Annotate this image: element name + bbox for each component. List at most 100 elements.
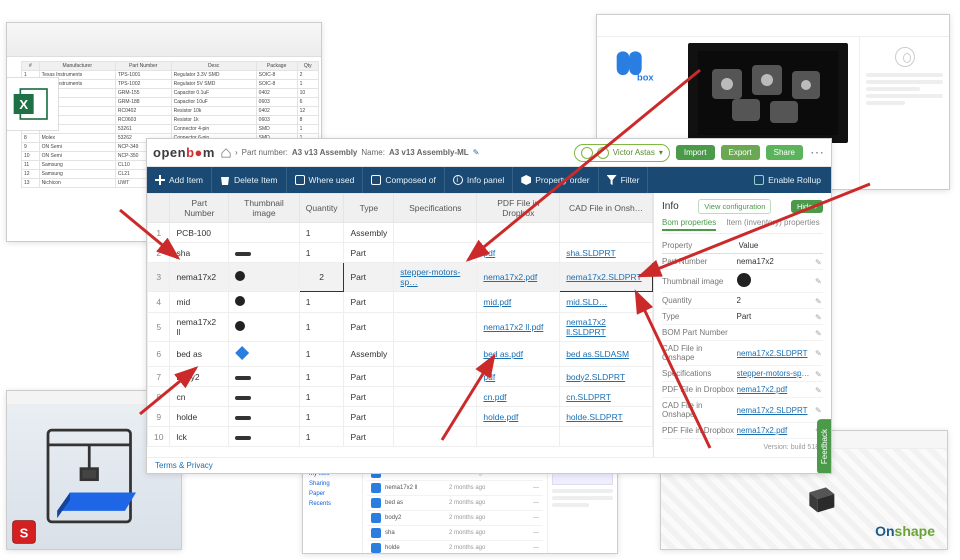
info-property-row: CAD File in Onshapenema17x2.SLDPRT bbox=[662, 341, 823, 366]
grid-link[interactable]: body2.SLDPRT bbox=[566, 372, 625, 382]
tab-inventory-properties[interactable]: Item (inventory) properties bbox=[726, 218, 819, 231]
file-icon bbox=[371, 543, 381, 553]
edit-icon[interactable] bbox=[815, 386, 823, 394]
edit-icon[interactable] bbox=[815, 297, 823, 305]
view-configuration-button[interactable]: View configuration bbox=[698, 199, 771, 214]
terms-privacy-link[interactable]: Terms & Privacy bbox=[155, 461, 213, 470]
info-property-link[interactable]: stepper-motors-specs bbox=[737, 369, 812, 378]
grid-row[interactable]: 2sha1Partpdfsha.SLDPRT bbox=[148, 243, 653, 263]
grid-link[interactable]: mid.SLD… bbox=[566, 297, 607, 307]
filter-button[interactable]: Filter bbox=[599, 167, 649, 193]
grid-link[interactable]: sha.SLDPRT bbox=[566, 248, 615, 258]
info-icon[interactable] bbox=[597, 147, 609, 159]
info-property-link[interactable]: nema17x2.pdf bbox=[737, 426, 812, 435]
checkbox-icon[interactable] bbox=[754, 175, 764, 185]
info-property-link[interactable]: nema17x2.SLDPRT bbox=[737, 349, 812, 358]
grid-column-header[interactable] bbox=[148, 194, 170, 223]
dropbox-nav-item[interactable]: Paper bbox=[307, 489, 358, 499]
delete-item-button[interactable]: Delete Item bbox=[212, 167, 286, 193]
file-icon bbox=[371, 513, 381, 523]
grid-link[interactable]: nema17x2 ll.SLDPRT bbox=[566, 317, 606, 337]
help-icon[interactable] bbox=[581, 147, 593, 159]
info-property-link[interactable]: nema17x2.SLDPRT bbox=[737, 406, 812, 415]
enable-rollup-toggle[interactable]: Enable Rollup bbox=[744, 175, 831, 185]
edit-icon[interactable] bbox=[815, 277, 823, 285]
edit-icon[interactable] bbox=[815, 313, 823, 321]
edit-icon[interactable] bbox=[815, 258, 823, 266]
crumb-arrow-icon: › bbox=[235, 148, 238, 157]
grid-row[interactable]: 8cn1Partcn.pdfcn.SLDPRT bbox=[148, 387, 653, 407]
grid-column-header[interactable]: CAD File in Onsh… bbox=[560, 194, 653, 223]
dropbox-nav-item[interactable]: Sharing bbox=[307, 479, 358, 489]
info-property-row: PDF File in Dropboxnema17x2.pdf bbox=[662, 382, 823, 398]
edit-icon[interactable] bbox=[815, 349, 823, 357]
tab-bom-properties[interactable]: Bom properties bbox=[662, 218, 716, 231]
grid-link[interactable]: pdf bbox=[483, 372, 495, 382]
file-icon bbox=[371, 483, 381, 493]
box-sidebar bbox=[859, 37, 949, 189]
thumbnail-icon bbox=[235, 271, 245, 281]
property-order-button[interactable]: Property order bbox=[513, 167, 598, 193]
export-button[interactable]: Export bbox=[721, 145, 760, 160]
edit-icon[interactable] bbox=[815, 329, 823, 337]
bom-grid[interactable]: Part NumberThumbnail imageQuantityTypeSp… bbox=[147, 193, 653, 457]
grid-link[interactable]: cn.SLDPRT bbox=[566, 392, 611, 402]
grid-row[interactable]: 1PCB-1001Assembly bbox=[148, 223, 653, 243]
solidworks-icon: S bbox=[11, 519, 37, 545]
dropbox-file-row[interactable]: bed as2 months ago— bbox=[367, 495, 543, 510]
chevron-down-icon: ▾ bbox=[659, 148, 663, 157]
composed-of-button[interactable]: Composed of bbox=[363, 167, 445, 193]
import-button[interactable]: Import bbox=[676, 145, 715, 160]
dropbox-file-row[interactable]: body22 months ago— bbox=[367, 510, 543, 525]
grid-column-header[interactable]: PDF File in Dropbox bbox=[477, 194, 560, 223]
more-icon[interactable]: ⋯ bbox=[809, 145, 825, 161]
grid-column-header[interactable]: Part Number bbox=[170, 194, 229, 223]
grid-row[interactable]: 7body21Partpdfbody2.SLDPRT bbox=[148, 367, 653, 387]
grid-row[interactable]: 9holde1Partholde.pdfholde.SLDPRT bbox=[148, 407, 653, 427]
excel-icon: X bbox=[6, 77, 59, 131]
box-titlebar bbox=[597, 15, 949, 37]
dropbox-file-row[interactable]: nema17x2 ll2 months ago— bbox=[367, 480, 543, 495]
grid-link[interactable]: bed as.pdf bbox=[483, 349, 523, 359]
info-property-row: Part Numbernema17x2 bbox=[662, 254, 823, 270]
thumbnail-icon bbox=[235, 252, 251, 256]
grid-link[interactable]: nema17x2 ll.pdf bbox=[483, 322, 543, 332]
grid-column-header[interactable]: Quantity bbox=[299, 194, 344, 223]
grid-link[interactable]: bed as.SLDASM bbox=[566, 349, 629, 359]
svg-text:X: X bbox=[19, 97, 28, 112]
grid-column-header[interactable]: Type bbox=[344, 194, 394, 223]
feedback-tab[interactable]: Feedback bbox=[817, 419, 832, 474]
user-pill[interactable]: Victor Astas ▾ bbox=[574, 144, 670, 162]
grid-row[interactable]: 4mid1Partmid.pdfmid.SLD… bbox=[148, 292, 653, 313]
onshape-model bbox=[801, 479, 841, 519]
home-icon[interactable] bbox=[221, 148, 231, 158]
grid-link[interactable]: holde.SLDPRT bbox=[566, 412, 623, 422]
info-property-row: Quantity2 bbox=[662, 293, 823, 309]
grid-row[interactable]: 10lck1Part bbox=[148, 427, 653, 447]
info-property-link[interactable]: nema17x2.pdf bbox=[737, 385, 812, 394]
grid-link[interactable]: holde.pdf bbox=[483, 412, 518, 422]
edit-icon[interactable]: ✎ bbox=[473, 148, 480, 157]
grid-row[interactable]: 5nema17x2 ll1Partnema17x2 ll.pdfnema17x2… bbox=[148, 313, 653, 342]
info-panel-button[interactable]: Info panel bbox=[445, 167, 513, 193]
dropbox-file-row[interactable]: sha2 months ago— bbox=[367, 525, 543, 540]
dropbox-file-row[interactable]: holde2 months ago— bbox=[367, 540, 543, 554]
grid-row[interactable]: 6bed as1Assemblybed as.pdfbed as.SLDASM bbox=[148, 342, 653, 367]
edit-icon[interactable] bbox=[815, 406, 823, 414]
grid-link[interactable]: nema17x2.pdf bbox=[483, 272, 537, 282]
grid-link[interactable]: stepper-motors-sp… bbox=[400, 267, 460, 287]
info-panel: Info View configuration Hide › Bom prope… bbox=[653, 193, 831, 457]
grid-link[interactable]: cn.pdf bbox=[483, 392, 506, 402]
hide-panel-button[interactable]: Hide › bbox=[791, 200, 823, 213]
grid-link[interactable]: pdf bbox=[483, 248, 495, 258]
dropbox-nav-item[interactable]: Recents bbox=[307, 499, 358, 509]
grid-link[interactable]: mid.pdf bbox=[483, 297, 511, 307]
grid-column-header[interactable]: Specifications bbox=[394, 194, 477, 223]
grid-column-header[interactable]: Thumbnail image bbox=[229, 194, 300, 223]
grid-row[interactable]: 3nema17x22Partstepper-motors-sp…nema17x2… bbox=[148, 263, 653, 292]
add-item-button[interactable]: Add Item bbox=[147, 167, 212, 193]
grid-link[interactable]: nema17x2.SLDPRT bbox=[566, 272, 641, 282]
share-button[interactable]: Share bbox=[766, 145, 803, 160]
edit-icon[interactable] bbox=[815, 370, 823, 378]
where-used-button[interactable]: Where used bbox=[287, 167, 364, 193]
